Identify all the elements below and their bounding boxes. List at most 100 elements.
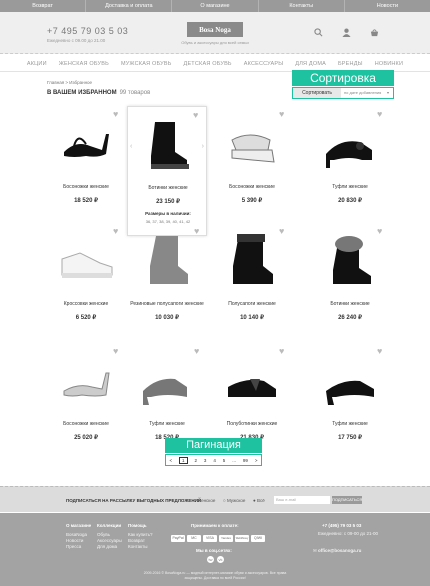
- page-link[interactable]: 3: [204, 458, 207, 463]
- product-card[interactable]: ♥ Ботинки женские 26 240 ₽: [310, 223, 390, 341]
- heart-icon[interactable]: ♥: [279, 347, 288, 356]
- product-card[interactable]: ♥ Резиновые полусапоги женские 10 030 ₽: [127, 223, 207, 341]
- paypal-icon: PayPal: [171, 535, 185, 542]
- heart-icon[interactable]: ♥: [377, 227, 386, 236]
- product-image[interactable]: [131, 347, 203, 417]
- user-icon[interactable]: [341, 28, 351, 38]
- heart-icon[interactable]: ♥: [113, 227, 122, 236]
- breadcrumb[interactable]: Главная > Избранное: [47, 80, 92, 85]
- heart-icon[interactable]: ♥: [194, 347, 203, 356]
- product-name[interactable]: Босоножки женские: [212, 184, 292, 190]
- product-name[interactable]: Ботинки женские: [128, 185, 208, 191]
- page-link[interactable]: 5: [223, 458, 226, 463]
- product-name[interactable]: Кроссовки женские: [46, 301, 126, 307]
- radio-men[interactable]: ○ Мужское: [223, 498, 245, 503]
- email-field[interactable]: Ваш e-mail: [274, 496, 330, 504]
- footer-link[interactable]: Контакты: [128, 544, 147, 549]
- search-icon[interactable]: [313, 28, 323, 38]
- product-card[interactable]: ♥ Ботинки женские 23 150 ₽ ‹ › Размеры в …: [127, 106, 207, 236]
- footer-link[interactable]: BosaNoga: [66, 532, 87, 537]
- nav-item-men[interactable]: МУЖСКАЯ ОБУВЬ: [115, 56, 178, 71]
- footer-link[interactable]: Возврат: [128, 538, 145, 543]
- nav-item-sales[interactable]: АКЦИИ: [21, 56, 53, 71]
- heart-icon[interactable]: ♥: [194, 227, 203, 236]
- footer-link[interactable]: Обувь: [97, 532, 110, 537]
- product-card[interactable]: ♥ Полусапоги женские 10 140 ₽: [212, 223, 292, 341]
- product-card[interactable]: ♥ Босоножки женские 5 390 ₽: [212, 106, 292, 224]
- sort-select[interactable]: по дате добавления ▾: [344, 88, 392, 98]
- nav-item-accessories[interactable]: АКСЕССУАРЫ: [238, 56, 290, 71]
- sort-button[interactable]: Сортировать: [293, 88, 341, 98]
- nav-item-new[interactable]: НОВИНКИ: [369, 56, 409, 71]
- social-title: Мы в соц.сетях:: [196, 548, 232, 553]
- twitter-icon[interactable]: tw: [207, 556, 214, 563]
- product-card[interactable]: ♥ Кроссовки женские 6 520 ₽: [46, 223, 126, 341]
- chevron-left-icon[interactable]: ‹: [130, 143, 132, 150]
- page-link[interactable]: 1: [179, 456, 188, 464]
- product-image[interactable]: [216, 227, 288, 297]
- heart-icon[interactable]: ♥: [377, 347, 386, 356]
- chevron-right-icon[interactable]: >: [255, 458, 258, 463]
- top-link-contacts[interactable]: Контакты: [259, 0, 345, 12]
- product-name[interactable]: Туфли женские: [127, 421, 207, 427]
- heart-icon[interactable]: ♥: [113, 110, 122, 119]
- product-card[interactable]: ♥ Босоножки женские 25 020 ₽: [46, 343, 126, 461]
- nav-item-brands[interactable]: БРЕНДЫ: [332, 56, 369, 71]
- top-link-news[interactable]: Новости: [345, 0, 430, 12]
- product-name[interactable]: Ботинки женские: [310, 301, 390, 307]
- vk-icon[interactable]: vk: [217, 556, 224, 563]
- cart-icon[interactable]: [369, 28, 379, 38]
- product-name[interactable]: Полуботинки женские: [212, 421, 292, 427]
- product-name[interactable]: Босоножки женские: [46, 421, 126, 427]
- footer-link[interactable]: Для дома: [97, 544, 117, 549]
- page-link[interactable]: 4: [213, 458, 216, 463]
- product-image[interactable]: [314, 227, 386, 297]
- items-count: 99 товаров: [119, 90, 151, 96]
- heart-icon[interactable]: ♥: [377, 110, 386, 119]
- chevron-left-icon[interactable]: <: [169, 458, 172, 463]
- product-image[interactable]: [50, 110, 122, 180]
- page-link[interactable]: 99: [243, 458, 248, 463]
- product-name[interactable]: Резиновые полусапоги женские: [127, 301, 207, 307]
- product-name[interactable]: Полусапоги женские: [212, 301, 292, 307]
- product-image[interactable]: [132, 111, 204, 181]
- product-name[interactable]: Босоножки женские: [46, 184, 126, 190]
- site-logo[interactable]: Bosa Noga: [187, 22, 243, 37]
- chevron-right-icon[interactable]: ›: [202, 143, 204, 150]
- product-image[interactable]: [50, 347, 122, 417]
- product-card[interactable]: ♥ Туфли женские 20 830 ₽: [310, 106, 390, 224]
- product-card[interactable]: ♥ Туфли женские 17 750 ₽: [310, 343, 390, 461]
- product-image[interactable]: [314, 110, 386, 180]
- heart-icon[interactable]: ♥: [279, 227, 288, 236]
- page-link[interactable]: ...: [232, 458, 236, 463]
- footer-link[interactable]: Аксессуары: [97, 538, 122, 543]
- footer-link[interactable]: Пресса: [66, 544, 81, 549]
- subscribe-bar: ПОДПИСАТЬСЯ НА РАССЫЛКУ ВЫГОДНЫХ ПРЕДЛОЖ…: [0, 486, 430, 512]
- top-link-returns[interactable]: Возврат: [0, 0, 87, 12]
- heart-icon[interactable]: ♥: [279, 110, 288, 119]
- radio-women[interactable]: ○ Женское: [193, 498, 215, 503]
- footer-phone[interactable]: +7 (495) 79 03 5 03: [322, 523, 361, 528]
- nav-item-kids[interactable]: ДЕТСКАЯ ОБУВЬ: [178, 56, 238, 71]
- nav-item-women[interactable]: ЖЕНСКАЯ ОБУВЬ: [53, 56, 115, 71]
- heart-icon[interactable]: ♥: [193, 111, 202, 120]
- top-link-delivery[interactable]: Доставка и оплата: [86, 0, 173, 12]
- product-image[interactable]: [216, 110, 288, 180]
- product-name[interactable]: Туфли женские: [310, 184, 390, 190]
- product-image[interactable]: [216, 347, 288, 417]
- radio-all[interactable]: ● Всё: [253, 498, 265, 503]
- product-image[interactable]: [131, 227, 203, 297]
- product-name[interactable]: Туфли женские: [310, 421, 390, 427]
- header-phone[interactable]: +7 495 79 03 5 03: [47, 26, 128, 36]
- product-image[interactable]: [50, 227, 122, 297]
- heart-icon[interactable]: ♥: [113, 347, 122, 356]
- nav-item-home[interactable]: ДЛЯ ДОМА: [289, 56, 332, 71]
- footer-email[interactable]: ✉ office@bosanoga.ru: [313, 548, 361, 554]
- footer-link[interactable]: Новости: [66, 538, 83, 543]
- top-link-about[interactable]: О магазине: [172, 0, 259, 12]
- page-link[interactable]: 2: [194, 458, 197, 463]
- subscribe-button[interactable]: ПОДПИСАТЬСЯ: [332, 496, 362, 504]
- product-card[interactable]: ♥ Босоножки женские 18 520 ₽: [46, 106, 126, 224]
- footer-link[interactable]: Как купить?: [128, 532, 152, 537]
- product-image[interactable]: [314, 347, 386, 417]
